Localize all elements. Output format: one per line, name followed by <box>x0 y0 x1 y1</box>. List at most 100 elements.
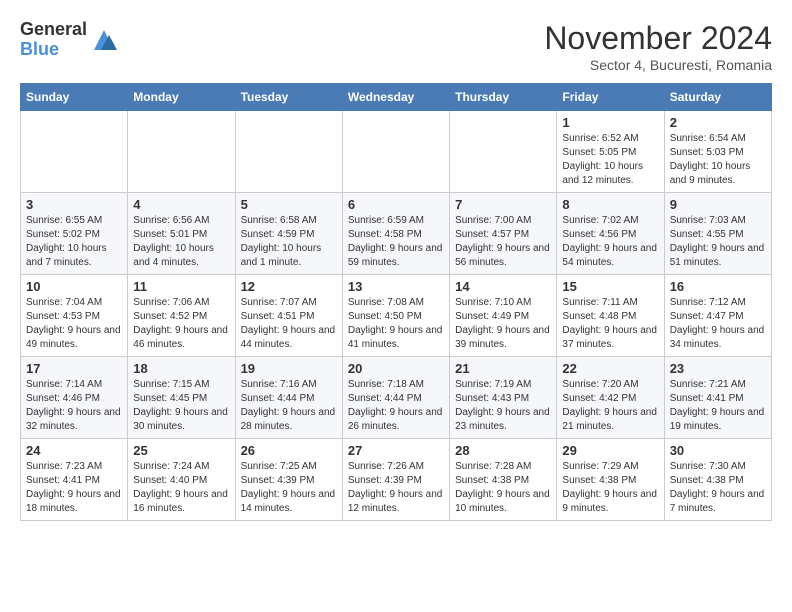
title-block: November 2024 Sector 4, Bucuresti, Roman… <box>544 20 772 73</box>
day-info: Sunrise: 7:02 AM Sunset: 4:56 PM Dayligh… <box>562 214 658 270</box>
weekday-header: Saturday <box>664 84 771 111</box>
calendar-day-cell: 14 Sunrise: 7:10 AM Sunset: 4:49 PM Dayli… <box>450 275 557 357</box>
day-number: 28 <box>455 443 551 458</box>
calendar-week-row: 3 Sunrise: 6:55 AM Sunset: 5:02 PM Daylig… <box>21 193 772 275</box>
calendar-week-row: 24 Sunrise: 7:23 AM Sunset: 4:41 PM Dayli… <box>21 439 772 521</box>
day-number: 4 <box>133 197 229 212</box>
calendar-day-cell: 6Sunrise: 6:59 AM Sunset: 4:58 PM Daylig… <box>342 193 449 275</box>
day-info: Sunrise: 6:54 AM Sunset: 5:03 PM Dayligh… <box>670 132 766 188</box>
day-number: 10 <box>26 279 122 294</box>
calendar-day-cell <box>21 111 128 193</box>
day-info: Sunrise: 6:56 AM Sunset: 5:01 PM Dayligh… <box>133 214 229 270</box>
day-number: 16 <box>670 279 766 294</box>
day-number: 14 <box>455 279 551 294</box>
calendar-day-cell: 26 Sunrise: 7:25 AM Sunset: 4:39 PM Dayli… <box>235 439 342 521</box>
day-info: Sunrise: 7:12 AM Sunset: 4:47 PM Dayligh… <box>670 296 766 352</box>
calendar-day-cell <box>128 111 235 193</box>
weekday-header: Tuesday <box>235 84 342 111</box>
day-info: Sunrise: 7:04 AM Sunset: 4:53 PM Dayligh… <box>26 296 122 352</box>
day-number: 19 <box>241 361 337 376</box>
calendar-day-cell: 27 Sunrise: 7:26 AM Sunset: 4:39 PM Dayli… <box>342 439 449 521</box>
calendar-week-row: 10 Sunrise: 7:04 AM Sunset: 4:53 PM Dayli… <box>21 275 772 357</box>
calendar-day-cell: 7Sunrise: 7:00 AM Sunset: 4:57 PM Daylig… <box>450 193 557 275</box>
day-info: Sunrise: 7:21 AM Sunset: 4:41 PM Dayligh… <box>670 378 766 434</box>
weekday-header: Friday <box>557 84 664 111</box>
calendar-day-cell: 1 Sunrise: 6:52 AM Sunset: 5:05 PM Daylig… <box>557 111 664 193</box>
day-number: 2 <box>670 115 766 130</box>
day-info: Sunrise: 6:58 AM Sunset: 4:59 PM Dayligh… <box>241 214 337 270</box>
day-number: 6 <box>348 197 444 212</box>
calendar-day-cell: 5 Sunrise: 6:58 AM Sunset: 4:59 PM Daylig… <box>235 193 342 275</box>
calendar-day-cell: 21Sunrise: 7:19 AM Sunset: 4:43 PM Dayli… <box>450 357 557 439</box>
day-info: Sunrise: 7:29 AM Sunset: 4:38 PM Dayligh… <box>562 460 658 516</box>
day-number: 5 <box>241 197 337 212</box>
day-number: 27 <box>348 443 444 458</box>
logo: General Blue <box>20 20 119 60</box>
day-info: Sunrise: 7:10 AM Sunset: 4:49 PM Dayligh… <box>455 296 551 352</box>
month-title: November 2024 <box>544 20 772 57</box>
day-info: Sunrise: 7:30 AM Sunset: 4:38 PM Dayligh… <box>670 460 766 516</box>
day-number: 24 <box>26 443 122 458</box>
day-number: 30 <box>670 443 766 458</box>
calendar-day-cell: 19Sunrise: 7:16 AM Sunset: 4:44 PM Dayli… <box>235 357 342 439</box>
calendar-day-cell: 12Sunrise: 7:07 AM Sunset: 4:51 PM Dayli… <box>235 275 342 357</box>
calendar-day-cell: 16 Sunrise: 7:12 AM Sunset: 4:47 PM Dayli… <box>664 275 771 357</box>
weekday-header: Monday <box>128 84 235 111</box>
day-number: 1 <box>562 115 658 130</box>
calendar-day-cell: 8 Sunrise: 7:02 AM Sunset: 4:56 PM Daylig… <box>557 193 664 275</box>
logo-blue-text: Blue <box>20 40 87 60</box>
day-number: 8 <box>562 197 658 212</box>
day-number: 18 <box>133 361 229 376</box>
day-number: 17 <box>26 361 122 376</box>
day-info: Sunrise: 7:25 AM Sunset: 4:39 PM Dayligh… <box>241 460 337 516</box>
day-info: Sunrise: 6:52 AM Sunset: 5:05 PM Dayligh… <box>562 132 658 188</box>
day-info: Sunrise: 7:23 AM Sunset: 4:41 PM Dayligh… <box>26 460 122 516</box>
calendar-day-cell: 3 Sunrise: 6:55 AM Sunset: 5:02 PM Daylig… <box>21 193 128 275</box>
day-info: Sunrise: 7:08 AM Sunset: 4:50 PM Dayligh… <box>348 296 444 352</box>
day-number: 3 <box>26 197 122 212</box>
day-number: 11 <box>133 279 229 294</box>
calendar-day-cell: 24 Sunrise: 7:23 AM Sunset: 4:41 PM Dayli… <box>21 439 128 521</box>
location-subtitle: Sector 4, Bucuresti, Romania <box>544 57 772 73</box>
page-header: General Blue November 2024 Sector 4, Buc… <box>20 20 772 73</box>
calendar-week-row: 1 Sunrise: 6:52 AM Sunset: 5:05 PM Daylig… <box>21 111 772 193</box>
calendar-day-cell: 28 Sunrise: 7:28 AM Sunset: 4:38 PM Dayli… <box>450 439 557 521</box>
day-info: Sunrise: 7:28 AM Sunset: 4:38 PM Dayligh… <box>455 460 551 516</box>
calendar-day-cell: 23 Sunrise: 7:21 AM Sunset: 4:41 PM Dayli… <box>664 357 771 439</box>
calendar-day-cell: 18 Sunrise: 7:15 AM Sunset: 4:45 PM Dayli… <box>128 357 235 439</box>
day-info: Sunrise: 7:24 AM Sunset: 4:40 PM Dayligh… <box>133 460 229 516</box>
day-info: Sunrise: 7:11 AM Sunset: 4:48 PM Dayligh… <box>562 296 658 352</box>
day-info: Sunrise: 7:07 AM Sunset: 4:51 PM Dayligh… <box>241 296 337 352</box>
calendar-day-cell: 9Sunrise: 7:03 AM Sunset: 4:55 PM Daylig… <box>664 193 771 275</box>
day-info: Sunrise: 7:00 AM Sunset: 4:57 PM Dayligh… <box>455 214 551 270</box>
calendar-day-cell <box>235 111 342 193</box>
calendar-day-cell: 20 Sunrise: 7:18 AM Sunset: 4:44 PM Dayli… <box>342 357 449 439</box>
calendar-day-cell: 2 Sunrise: 6:54 AM Sunset: 5:03 PM Daylig… <box>664 111 771 193</box>
day-number: 29 <box>562 443 658 458</box>
calendar-day-cell: 15Sunrise: 7:11 AM Sunset: 4:48 PM Dayli… <box>557 275 664 357</box>
day-info: Sunrise: 7:26 AM Sunset: 4:39 PM Dayligh… <box>348 460 444 516</box>
day-number: 23 <box>670 361 766 376</box>
day-number: 26 <box>241 443 337 458</box>
day-number: 25 <box>133 443 229 458</box>
weekday-header: Sunday <box>21 84 128 111</box>
day-number: 13 <box>348 279 444 294</box>
weekday-header: Wednesday <box>342 84 449 111</box>
calendar-day-cell <box>342 111 449 193</box>
day-info: Sunrise: 7:06 AM Sunset: 4:52 PM Dayligh… <box>133 296 229 352</box>
calendar-day-cell: 22Sunrise: 7:20 AM Sunset: 4:42 PM Dayli… <box>557 357 664 439</box>
day-info: Sunrise: 6:55 AM Sunset: 5:02 PM Dayligh… <box>26 214 122 270</box>
calendar-day-cell: 10 Sunrise: 7:04 AM Sunset: 4:53 PM Dayli… <box>21 275 128 357</box>
calendar-day-cell: 4 Sunrise: 6:56 AM Sunset: 5:01 PM Daylig… <box>128 193 235 275</box>
day-info: Sunrise: 7:15 AM Sunset: 4:45 PM Dayligh… <box>133 378 229 434</box>
logo-general-text: General <box>20 20 87 40</box>
day-info: Sunrise: 7:18 AM Sunset: 4:44 PM Dayligh… <box>348 378 444 434</box>
calendar-day-cell: 25 Sunrise: 7:24 AM Sunset: 4:40 PM Dayli… <box>128 439 235 521</box>
day-info: Sunrise: 7:20 AM Sunset: 4:42 PM Dayligh… <box>562 378 658 434</box>
day-number: 20 <box>348 361 444 376</box>
calendar-day-cell: 29 Sunrise: 7:29 AM Sunset: 4:38 PM Dayli… <box>557 439 664 521</box>
calendar-table: SundayMondayTuesdayWednesdayThursdayFrid… <box>20 83 772 521</box>
weekday-header: Thursday <box>450 84 557 111</box>
calendar-day-cell: 30 Sunrise: 7:30 AM Sunset: 4:38 PM Dayli… <box>664 439 771 521</box>
calendar-week-row: 17Sunrise: 7:14 AM Sunset: 4:46 PM Dayli… <box>21 357 772 439</box>
